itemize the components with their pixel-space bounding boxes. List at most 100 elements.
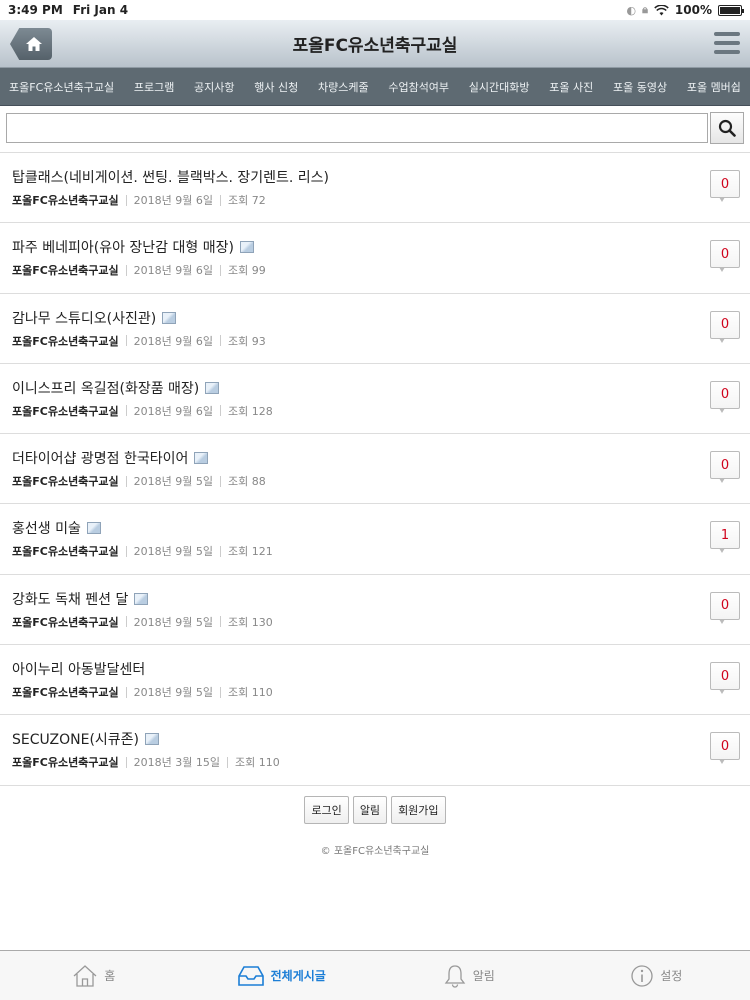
nav-item-vehicle[interactable]: 차량스케줄 [318,79,369,95]
post-title: 아이누리 아동발달센터 [12,662,146,679]
tab-notifications[interactable]: 알림 [375,951,563,1000]
comment-count-badge[interactable]: 0 [710,591,740,624]
post-date: 2018년 9월 5일 [133,475,214,489]
comment-count-badge[interactable]: 1 [710,521,740,554]
bell-icon [444,964,466,988]
post-title: 강화도 독채 펜션 달 [12,591,129,608]
search-input[interactable] [6,113,708,143]
battery-percent: 100% [674,3,712,17]
image-attachment-icon [145,733,160,746]
tab-home-label: 홈 [104,969,116,983]
meta-divider [125,335,127,347]
comment-count-badge[interactable]: 0 [710,170,740,202]
post-views: 조회 110 [228,686,273,700]
image-attachment-icon [162,311,177,324]
search-bar [0,108,750,148]
nav-item-home[interactable]: 포올FC유소년축구교실 [9,79,114,95]
post-row[interactable]: 더타이어샵 광명점 한국타이어 포올FC유소년축구교실 2018년 9월 5일 조회 … [0,434,750,505]
comment-count-badge[interactable]: 0 [710,662,740,695]
tab-all-posts[interactable]: 전체게시글 [188,951,376,1000]
alarm-button[interactable]: 알림 [352,795,388,824]
post-author: 포올FC유소년축구교실 [12,334,119,348]
login-button[interactable]: 로그인 [304,795,349,824]
nav-item-photos[interactable]: 포올 사진 [549,79,593,95]
post-list: 탑클래스(네비게이션. 썬팅. 블랙박스. 장기렌트. 리스) 포올FC유소년축구… [0,152,750,786]
image-attachment-icon [239,241,254,254]
signup-button[interactable]: 회원가입 [391,795,446,824]
post-title-row: 감나무 스튜디오(사진관) [12,307,738,329]
post-row[interactable]: 이니스프리 옥길점(화장품 매장) 포올FC유소년축구교실 2018년 9월 6일 조… [0,364,750,435]
home-button[interactable] [10,28,52,60]
post-row[interactable]: 강화도 독채 펜션 달 포올FC유소년축구교실 2018년 9월 5일 조회 130 0 [0,575,750,646]
comment-count-badge[interactable]: 0 [710,732,740,765]
lock-rotation-icon: 🔒︎ [642,3,648,16]
post-title: 탑클래스(네비게이션. 썬팅. 블랙박스. 장기렌트. 리스) [12,170,330,186]
category-nav: 포올FC유소년축구교실 프로그램 공지사항 행사 신청 차량스케줄 수업참석여부… [0,68,750,106]
post-row[interactable]: 홍선생 미술 포올FC유소년축구교실 2018년 9월 5일 조회 121 1 [0,504,750,575]
tab-home[interactable]: 홈 [0,951,188,1000]
post-date: 2018년 9월 6일 [133,194,214,207]
meta-divider [220,545,222,557]
post-title-row: 더타이어샵 광명점 한국타이어 [12,447,738,469]
post-meta: 포올FC유소년축구교실 2018년 9월 6일 조회 128 [12,403,738,419]
post-title-row: 강화도 독채 펜션 달 [12,588,738,610]
post-row[interactable]: SECUZONE(시큐존) 포올FC유소년축구교실 2018년 3월 15일 조회 1… [0,715,750,786]
post-title: 더타이어샵 광명점 한국타이어 [12,451,189,468]
post-author: 포올FC유소년축구교실 [12,194,119,207]
post-author: 포올FC유소년축구교실 [12,686,119,700]
post-title: 파주 베네피아(유아 장난감 대형 매장) [12,240,234,257]
nav-item-attendance[interactable]: 수업참석여부 [388,79,449,95]
meta-divider [220,335,222,347]
nav-item-chat[interactable]: 실시간대화방 [469,79,530,95]
post-meta: 포올FC유소년축구교실 2018년 9월 5일 조회 88 [12,473,738,489]
tab-settings[interactable]: 설정 [563,951,750,1000]
post-views: 조회 130 [228,615,273,629]
meta-divider [220,264,222,276]
post-views: 조회 128 [228,404,273,418]
post-views: 조회 99 [228,264,266,278]
post-row[interactable]: 감나무 스튜디오(사진관) 포올FC유소년축구교실 2018년 9월 6일 조회 93… [0,294,750,364]
post-meta: 포올FC유소년축구교실 2018년 3월 15일 조회 110 [12,754,738,770]
post-meta: 포올FC유소년축구교실 2018년 9월 6일 조회 93 [12,333,738,349]
tab-settings-label: 설정 [660,969,683,983]
meta-divider [125,475,127,487]
post-title: SECUZONE(시큐존) [12,732,140,749]
nav-item-notice[interactable]: 공지사항 [194,79,234,95]
post-views: 조회 110 [235,756,280,770]
battery-icon [718,4,744,16]
post-row[interactable]: 탑클래스(네비게이션. 썬팅. 블랙박스. 장기렌트. 리스) 포올FC유소년축구… [0,153,750,224]
image-attachment-icon [86,522,101,535]
post-author: 포올FC유소년축구교실 [12,545,119,559]
hamburger-menu-icon[interactable] [714,32,740,54]
page-title: 포올FC유소년축구교실 [292,36,458,56]
meta-divider [220,686,222,698]
nav-item-videos[interactable]: 포올 동영상 [613,79,667,95]
comment-count-badge[interactable]: 0 [710,380,740,413]
post-title: 이니스프리 옥길점(화장품 매장) [12,380,200,397]
meta-divider [125,545,127,557]
post-row[interactable]: 파주 베네피아(유아 장난감 대형 매장) 포올FC유소년축구교실 2018년 9월… [0,223,750,294]
comment-count-badge[interactable]: 0 [710,240,740,273]
wifi-icon [654,4,669,15]
post-author: 포올FC유소년축구교실 [12,264,119,278]
post-title: 감나무 스튜디오(사진관) [12,310,157,327]
comment-count-badge[interactable]: 0 [710,451,740,484]
post-views: 조회 121 [228,545,273,559]
post-author: 포올FC유소년축구교실 [12,475,119,489]
post-title: 홍선생 미술 [12,521,81,538]
post-meta: 포올FC유소년축구교실 2018년 9월 6일 조회 99 [12,262,738,278]
status-time: 3:49 PM [8,3,63,17]
comment-count-badge[interactable]: 0 [710,310,740,343]
status-bar: 3:49 PM Fri Jan 4 ◐ 🔒︎ 100% [0,0,750,20]
nav-item-program[interactable]: 프로그램 [134,79,174,95]
image-attachment-icon [134,592,149,605]
home-outline-icon [73,964,97,987]
search-button[interactable] [710,112,744,144]
nav-item-event[interactable]: 행사 신청 [254,79,298,95]
nav-item-membership[interactable]: 포올 멤버쉽 [687,79,741,95]
post-author: 포올FC유소년축구교실 [12,404,119,418]
post-row[interactable]: 아이누리 아동발달센터 포올FC유소년축구교실 2018년 9월 5일 조회 110 0 [0,645,750,716]
meta-divider [220,405,222,417]
copyright: © 포올FC유소년축구교실 [320,845,430,857]
post-title-row: 파주 베네피아(유아 장난감 대형 매장) [12,236,738,258]
